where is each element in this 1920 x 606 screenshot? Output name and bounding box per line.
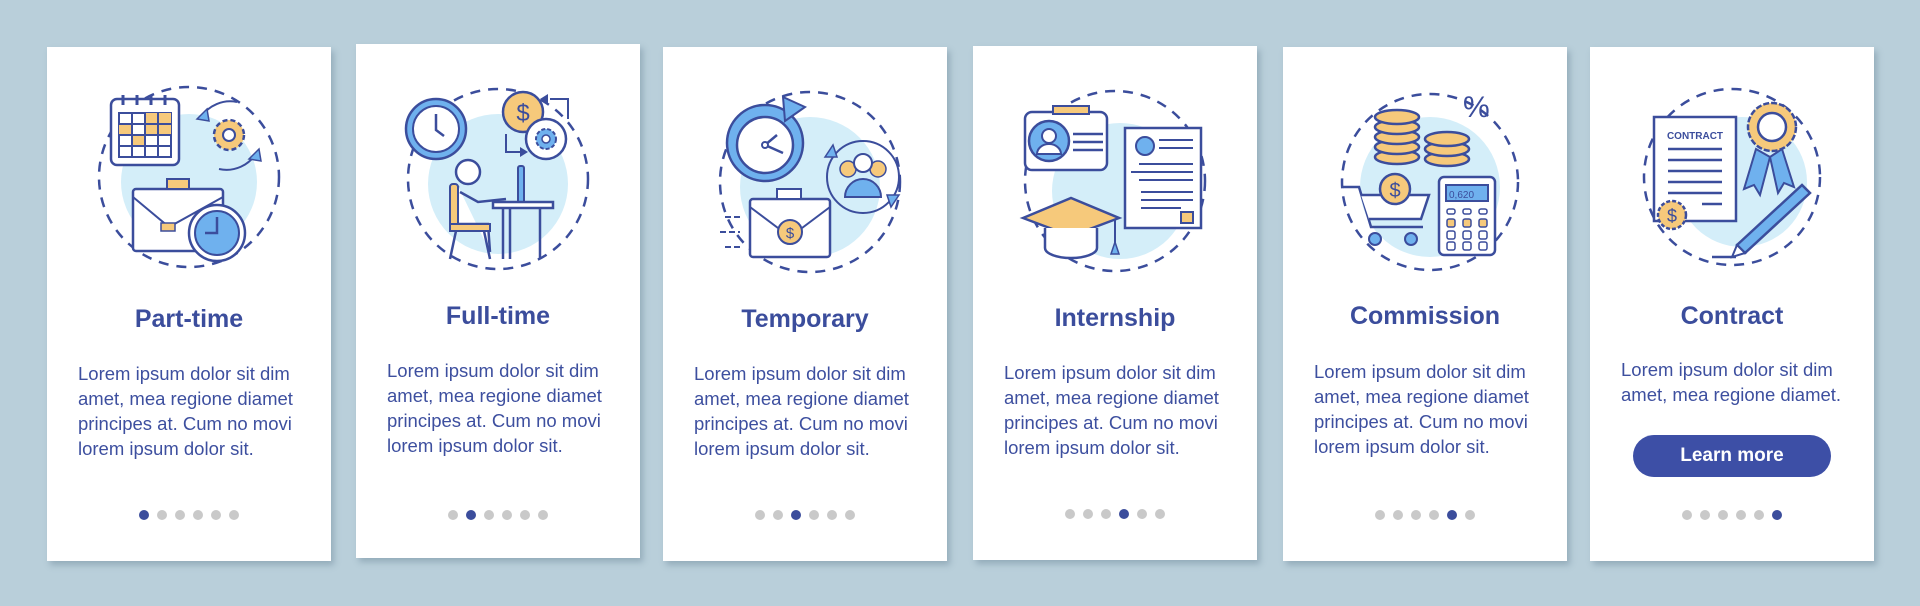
page-dot-3[interactable] (175, 510, 185, 520)
onboarding-card-part-time: Part-time Lorem ipsum dolor sit dim amet… (47, 47, 331, 561)
internship-illustration (1019, 89, 1207, 273)
briefcase-icon: $ (720, 188, 832, 259)
card-title: Contract (1680, 302, 1784, 330)
onboarding-card-internship: Internship Lorem ipsum dolor sit dim ame… (973, 46, 1257, 560)
page-dot-3[interactable] (1101, 509, 1111, 519)
card-title: Internship (1054, 304, 1176, 332)
card-description: Lorem ipsum dolor sit dim amet, mea regi… (1621, 359, 1842, 405)
page-dot-4[interactable] (1736, 510, 1746, 520)
calendar-icon (109, 95, 181, 167)
svg-text:$: $ (786, 225, 795, 242)
page-dot-1[interactable] (1375, 510, 1385, 520)
pagination-dots (663, 510, 947, 520)
page-dot-3[interactable] (484, 510, 494, 520)
calculator-icon: 0,620 (1437, 175, 1497, 257)
percent-symbol: % (1463, 91, 1490, 124)
page-dot-2[interactable] (466, 510, 476, 520)
page-dot-6[interactable] (1155, 509, 1165, 519)
calculator-display: 0,620 (1449, 190, 1474, 201)
page-dot-6[interactable] (538, 510, 548, 520)
page-dot-1[interactable] (448, 510, 458, 520)
card-title: Full-time (445, 302, 551, 330)
page-dot-4[interactable] (809, 510, 819, 520)
clock-icon (187, 203, 247, 263)
page-dot-4[interactable] (193, 510, 203, 520)
full-time-illustration: $ (404, 87, 590, 271)
card-description: Lorem ipsum dolor sit dim amet, mea regi… (78, 363, 293, 459)
contract-document-label: CONTRACT (1667, 131, 1723, 142)
page-dot-5[interactable] (827, 510, 837, 520)
page-dot-2[interactable] (157, 510, 167, 520)
clock-icon (404, 97, 468, 161)
onboarding-card-full-time: $ Full-time Lorem ipsum dolor sit dim am… (356, 44, 640, 558)
contract-document-icon: CONTRACT $ (1652, 115, 1738, 231)
page-dot-4[interactable] (502, 510, 512, 520)
card-description: Lorem ipsum dolor sit dim amet, mea regi… (387, 360, 602, 456)
page-dot-4[interactable] (1119, 509, 1129, 519)
card-description: Lorem ipsum dolor sit dim amet, mea regi… (1314, 361, 1529, 457)
page-dot-6[interactable] (845, 510, 855, 520)
page-dot-1[interactable] (1682, 510, 1692, 520)
card-title: Temporary (741, 305, 869, 333)
pagination-dots (356, 510, 640, 520)
page-dot-5[interactable] (211, 510, 221, 520)
card-description: Lorem ipsum dolor sit dim amet, mea regi… (1004, 362, 1219, 458)
pagination-dots (1590, 510, 1874, 520)
resume-document-icon (1123, 126, 1203, 230)
page-dot-6[interactable] (229, 510, 239, 520)
page-dot-2[interactable] (1393, 510, 1403, 520)
page-dot-2[interactable] (773, 510, 783, 520)
card-title: Part-time (134, 305, 244, 333)
commission-illustration: % $ 0,620 (1340, 91, 1520, 272)
card-title: Commission (1349, 302, 1501, 330)
page-dot-1[interactable] (755, 510, 765, 520)
page-dot-3[interactable] (1411, 510, 1421, 520)
page-dot-5[interactable] (1447, 510, 1457, 520)
page-dot-2[interactable] (1083, 509, 1093, 519)
page-dot-3[interactable] (1718, 510, 1728, 520)
svg-text:$: $ (516, 100, 529, 127)
pagination-dots (47, 510, 331, 520)
contract-illustration: CONTRACT $ (1642, 87, 1822, 267)
page-dot-3[interactable] (791, 510, 801, 520)
page-dot-5[interactable] (1754, 510, 1764, 520)
page-dot-6[interactable] (1772, 510, 1782, 520)
part-time-illustration (97, 85, 281, 269)
page-dot-5[interactable] (520, 510, 530, 520)
page-dot-1[interactable] (1065, 509, 1075, 519)
page-dot-4[interactable] (1429, 510, 1439, 520)
page-dot-1[interactable] (139, 510, 149, 520)
page-dot-2[interactable] (1700, 510, 1710, 520)
onboarding-card-temporary: $ Temporary Lorem ipsum dolor sit dim am… (663, 47, 947, 561)
page-dot-6[interactable] (1465, 510, 1475, 520)
onboarding-card-commission: % $ 0,620 Commission Lorem ipsum dolor s… (1283, 47, 1567, 561)
clock-refresh-icon (725, 95, 808, 183)
pagination-dots (1283, 510, 1567, 520)
pagination-dots (973, 509, 1257, 519)
temporary-illustration: $ (718, 90, 902, 274)
id-badge-icon (1023, 105, 1109, 172)
svg-text:$: $ (1389, 180, 1400, 202)
page-dot-5[interactable] (1137, 509, 1147, 519)
card-description: Lorem ipsum dolor sit dim amet, mea regi… (694, 363, 909, 459)
svg-text:$: $ (1667, 206, 1677, 226)
onboarding-card-contract: CONTRACT $ Contract Lorem ipsum dolor si… (1590, 47, 1874, 561)
learn-more-button[interactable]: Learn more (1633, 435, 1831, 477)
